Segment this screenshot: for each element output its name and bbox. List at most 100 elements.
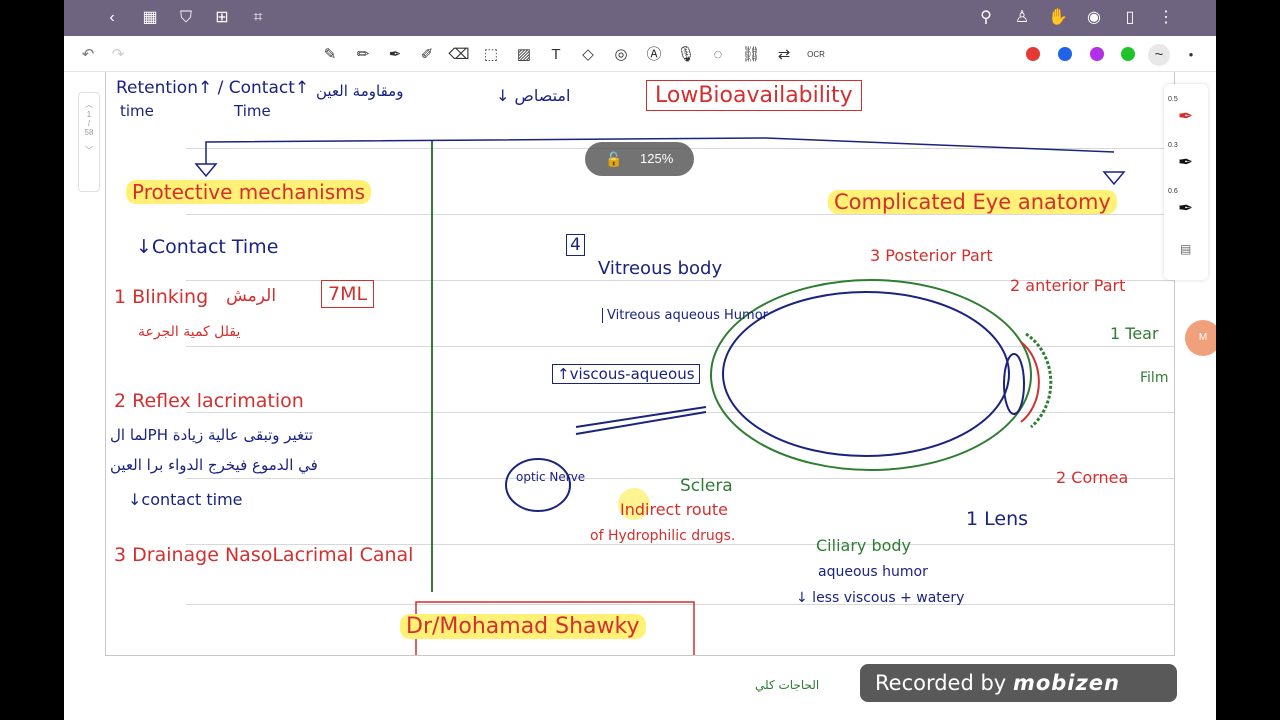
marker-icon[interactable]: ✒	[384, 44, 406, 66]
ocr-text-icon[interactable]: Ⓐ	[643, 44, 665, 66]
lock-icon[interactable]: 🔓	[605, 142, 622, 176]
avatar[interactable]: M	[1185, 320, 1216, 356]
low-bioavailability: LowBioavailability	[646, 80, 862, 111]
recorded-text: Recorded by	[875, 671, 1007, 695]
total-pages: 58	[84, 128, 94, 137]
undo-icon[interactable]: ↶	[77, 44, 99, 66]
number-four: 4	[566, 234, 585, 256]
mic-icon[interactable]: 🎙	[675, 44, 697, 66]
text-icon[interactable]: T	[545, 44, 567, 66]
aqueous-humor: aqueous humor	[818, 564, 928, 580]
stamp-icon[interactable]: ◎	[610, 44, 632, 66]
absorption-note: ↓ امتصاص	[496, 86, 571, 105]
app-window: ‹ ▦ ⛉ ⊞ ⌗ ⚲ ♙ ✋ ◉ ▯ ⋮ ↶ ↷ ✎ ✏ ✒ ✐ ⌫ ⬚ ▨ …	[64, 0, 1216, 720]
translate-icon[interactable]: ⇄	[773, 44, 795, 66]
reflex-item: 2 Reflex lacrimation	[114, 390, 304, 412]
optic-nerve-label: optic Nerve	[516, 470, 586, 484]
lasso-icon[interactable]: ⬚	[480, 44, 502, 66]
tear-label: 1 Tear	[1110, 324, 1159, 343]
eye-anatomy-heading: Complicated Eye anatomy	[828, 190, 1117, 214]
recorded-watermark: Recorded by mobizen	[860, 664, 1177, 702]
current-page: 1	[86, 110, 92, 119]
scroll-up-icon[interactable]: ︿	[79, 99, 99, 110]
drawing-toolbar: ↶ ↷ ✎ ✏ ✒ ✐ ⌫ ⬚ ▨ T ◇ ◎ Ⓐ 🎙 ◌ ⛓ ⇄ OCR ~ …	[64, 36, 1216, 72]
lens-label: 1 Lens	[966, 508, 1029, 530]
bookmark-icon[interactable]: ⛉	[176, 8, 196, 28]
black-pen-preset-icon[interactable]: ✒	[1178, 152, 1193, 173]
reading-mode-icon[interactable]: ▯	[1120, 8, 1140, 28]
drainage-item: 3 Drainage NasoLacrimal Canal	[114, 544, 414, 566]
cornea-label: 2 Cornea	[1056, 468, 1129, 487]
pen-size-2: 0.3	[1168, 142, 1178, 149]
blinking-arabic: الرمش	[226, 286, 277, 306]
page-navigator[interactable]: ︿ 1 / 58 ﹀	[78, 92, 100, 192]
zoom-value: 125%	[640, 151, 674, 166]
add-page-icon[interactable]: ⊞	[212, 8, 232, 28]
eraser-icon[interactable]: ⌫	[448, 44, 470, 66]
pen-size-3: 0.6	[1168, 188, 1178, 195]
top-bar: ‹ ▦ ⛉ ⊞ ⌗ ⚲ ♙ ✋ ◉ ▯ ⋮	[64, 0, 1216, 36]
eye-icon[interactable]: ◉	[1084, 8, 1104, 28]
anterior-part: 2 anterior Part	[1010, 276, 1126, 295]
optic-nerve-lines	[575, 406, 707, 435]
scroll-down-icon[interactable]: ﹀	[79, 145, 99, 156]
more-dot-icon[interactable]: ●	[1180, 44, 1202, 66]
recorder-brand: mobizen	[1012, 671, 1120, 695]
arrow-head-right	[1102, 171, 1126, 186]
time-label-b: Time	[234, 102, 271, 120]
note-canvas[interactable]: ︿ 1 / 58 ﹀ Retention↑ / Contact↑ time Ti…	[64, 72, 1216, 720]
preset-settings-icon[interactable]: ▤	[1180, 242, 1191, 256]
pen-size-1: 0.5	[1168, 96, 1178, 103]
grid-icon[interactable]: ▦	[140, 8, 160, 28]
reflex-arabic-2: في الدموع فيخرج الدواء برا العين	[110, 456, 318, 474]
hand-icon[interactable]: ✋	[1048, 8, 1068, 28]
stroke-style-icon[interactable]: ~	[1148, 44, 1170, 66]
arabic-note-top: ومقاومة العين	[316, 82, 404, 100]
viscous-aqueous: ↑viscous-aqueous	[552, 364, 700, 384]
ocr-icon[interactable]: OCR	[805, 44, 827, 66]
vitreous-body: Vitreous body	[598, 258, 723, 279]
optic-nerve-circle	[505, 458, 571, 512]
film-label: Film	[1140, 370, 1169, 386]
highlighter-icon[interactable]: ✐	[416, 44, 438, 66]
color-blue-swatch[interactable]	[1058, 47, 1072, 61]
seven-ml-box: 7ML	[321, 280, 375, 308]
indirect-route: Indirect route	[620, 500, 728, 519]
ciliary-body: Ciliary body	[816, 536, 912, 555]
shapes-icon[interactable]: ◇	[577, 44, 599, 66]
protective-heading: Protective mechanisms	[126, 180, 372, 204]
back-chevron-icon[interactable]: ‹	[102, 8, 122, 28]
red-pen-preset-icon[interactable]: ✒	[1178, 106, 1193, 127]
reflex-arabic-1: لما الPH تتغير وتبقى عالية زيادة	[110, 426, 314, 444]
redo-icon[interactable]: ↷	[107, 44, 129, 66]
vitreous-humor: Vitreous aqueous Humor	[602, 308, 768, 323]
blinking-note: يقلل كمية الجرعة	[138, 324, 241, 340]
time-label-a: time	[120, 102, 154, 120]
more-icon[interactable]: ⋮	[1156, 8, 1176, 28]
hydrophilic-drugs: of Hydrophilic drugs.	[590, 528, 736, 544]
crop-icon[interactable]: ⌗	[248, 8, 268, 28]
sticker-icon[interactable]: ◌	[707, 44, 729, 66]
bottom-arabic-note: الحاجات كلي	[755, 678, 820, 692]
color-green-swatch[interactable]	[1121, 47, 1135, 61]
page-separator: /	[87, 119, 91, 128]
less-viscous: ↓ less viscous + watery	[796, 590, 965, 606]
pen-icon[interactable]: ✎	[319, 44, 341, 66]
image-icon[interactable]: ▨	[513, 44, 535, 66]
zoom-indicator: 🔓 125%	[585, 142, 694, 176]
search-icon[interactable]: ⚲	[976, 8, 996, 28]
link-icon[interactable]: ⛓	[740, 44, 762, 66]
posterior-part: 3 Posterior Part	[870, 246, 993, 265]
shirt-icon[interactable]: ♙	[1012, 8, 1032, 28]
reflex-contact-time: ↓contact time	[128, 490, 243, 509]
color-red-swatch[interactable]	[1026, 47, 1040, 61]
retention-contact: Retention↑ / Contact↑	[116, 78, 310, 98]
arrow-head-left	[194, 163, 218, 178]
author-name: Dr/Mohamad Shawky	[400, 614, 646, 639]
thick-pen-preset-icon[interactable]: ✒	[1178, 198, 1193, 219]
sclera-label: Sclera	[680, 476, 733, 496]
color-purple-swatch[interactable]	[1090, 47, 1104, 61]
contact-time-note: ↓Contact Time	[136, 236, 279, 258]
pencil-icon[interactable]: ✏	[352, 44, 374, 66]
pen-presets-panel: 0.5 ✒ 0.3 ✒ 0.6 ✒ ▤	[1164, 84, 1208, 280]
